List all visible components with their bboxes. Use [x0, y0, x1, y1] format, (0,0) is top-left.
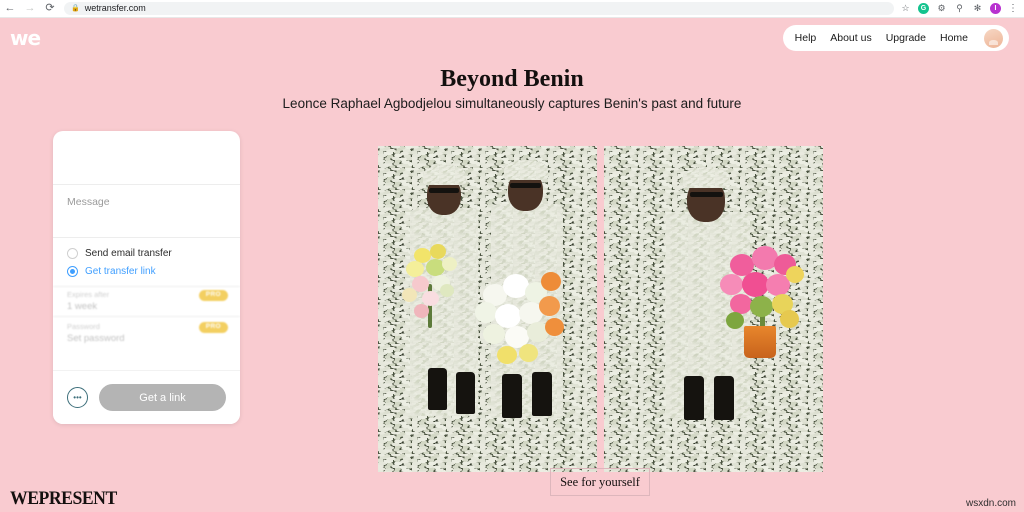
browser-action-icons: ☆ G ⚙ ⚲ ✻ I ⋮ [900, 3, 1024, 14]
figure-cap [504, 160, 548, 180]
extension-green-icon[interactable]: G [918, 3, 929, 14]
wetransfer-logo[interactable]: we [10, 28, 50, 48]
message-placeholder: Message [67, 196, 110, 208]
setting-value-password: Set password [67, 332, 125, 344]
artwork-photo-right[interactable] [604, 146, 823, 472]
radio-dot-checked [67, 266, 78, 277]
ellipsis-icon[interactable]: ••• [67, 387, 88, 408]
reload-icon[interactable]: ⟳ [40, 0, 60, 18]
profile-avatar-icon[interactable]: I [990, 3, 1001, 14]
figure-boot-right [532, 372, 552, 416]
divider [53, 316, 240, 317]
artwork-photo-left[interactable] [378, 146, 597, 472]
figure-sunglasses [510, 183, 541, 188]
figure-boot-left [428, 368, 447, 410]
vertical-dots-menu-icon[interactable]: ⋮ [1008, 3, 1018, 14]
watermark-text: wsxdn.com [965, 498, 1016, 509]
address-bar-url: wetransfer.com [84, 3, 146, 13]
transfer-panel-footer: ••• Get a link [53, 370, 240, 424]
figure-boot-right [714, 376, 734, 420]
setting-expires-after[interactable]: Expires after 1 week PRO [53, 287, 240, 314]
figure-boot-left [684, 376, 704, 420]
back-arrow-icon[interactable]: ← [0, 0, 20, 18]
nav-item-upgrade[interactable]: Upgrade [886, 33, 926, 44]
nav-item-home[interactable]: Home [940, 33, 968, 44]
ellipsis-glyph: ••• [73, 392, 82, 402]
wetransfer-page: we Help About us Upgrade Home Beyond Ben… [0, 18, 1024, 512]
figure-sunglasses [690, 192, 723, 197]
figure-cap [683, 167, 730, 188]
figure-sunglasses [429, 188, 459, 193]
setting-password[interactable]: Password Set password PRO [53, 319, 240, 346]
radio-get-transfer-link[interactable]: Get transfer link [67, 266, 226, 277]
see-for-yourself-button[interactable]: See for yourself [550, 468, 650, 496]
nav-item-help[interactable]: Help [795, 33, 817, 44]
setting-label-expires-after: Expires after [67, 290, 110, 299]
figure-boot-right [456, 372, 475, 414]
browser-toolbar: ← → ⟳ 🔒 wetransfer.com ☆ G ⚙ ⚲ ✻ I ⋮ [0, 0, 1024, 18]
page-title: Beyond Benin [440, 66, 584, 92]
extension-puzzle-icon[interactable]: ✻ [972, 3, 983, 14]
nav-item-about-us[interactable]: About us [830, 33, 871, 44]
radio-send-email-transfer[interactable]: Send email transfer [67, 248, 226, 259]
address-bar[interactable]: 🔒 wetransfer.com [64, 2, 894, 15]
bouquet-left [400, 244, 466, 330]
avatar[interactable] [984, 28, 1003, 48]
extension-search-icon[interactable]: ⚲ [954, 3, 965, 14]
bouquet-right [473, 266, 569, 376]
setting-label-password: Password [67, 322, 100, 331]
bookmark-star-icon[interactable]: ☆ [900, 3, 911, 14]
figure-cap [423, 165, 466, 185]
get-a-link-button[interactable]: Get a link [99, 384, 226, 411]
upload-dropzone[interactable] [53, 131, 240, 184]
extension-gear-icon[interactable]: ⚙ [936, 3, 947, 14]
pro-badge-expires-after: PRO [198, 290, 228, 301]
setting-value-expires-after: 1 week [67, 300, 98, 312]
forward-arrow-icon: → [24, 2, 36, 14]
site-navigation: Help About us Upgrade Home [782, 25, 1009, 51]
transfer-panel: Message Send email transfer Get transfer… [53, 131, 240, 424]
wepresent-logo[interactable]: WEPRESENT [10, 489, 117, 508]
radio-label-get-transfer-link: Get transfer link [85, 265, 156, 277]
radio-dot-unchecked [67, 248, 78, 259]
lock-icon: 🔒 [71, 5, 80, 12]
transfer-mode-options: Send email transfer Get transfer link [53, 237, 240, 286]
figure-boot-left [502, 374, 522, 418]
message-field[interactable]: Message [53, 184, 240, 237]
bouquet-pink [714, 238, 806, 364]
page-subtitle: Leonce Raphael Agbodjelou simultaneously… [282, 96, 742, 111]
pro-badge-password: PRO [198, 322, 228, 333]
radio-label-send-email-transfer: Send email transfer [85, 247, 172, 259]
pro-locked-settings: Expires after 1 week PRO Password Set pa… [53, 286, 240, 346]
